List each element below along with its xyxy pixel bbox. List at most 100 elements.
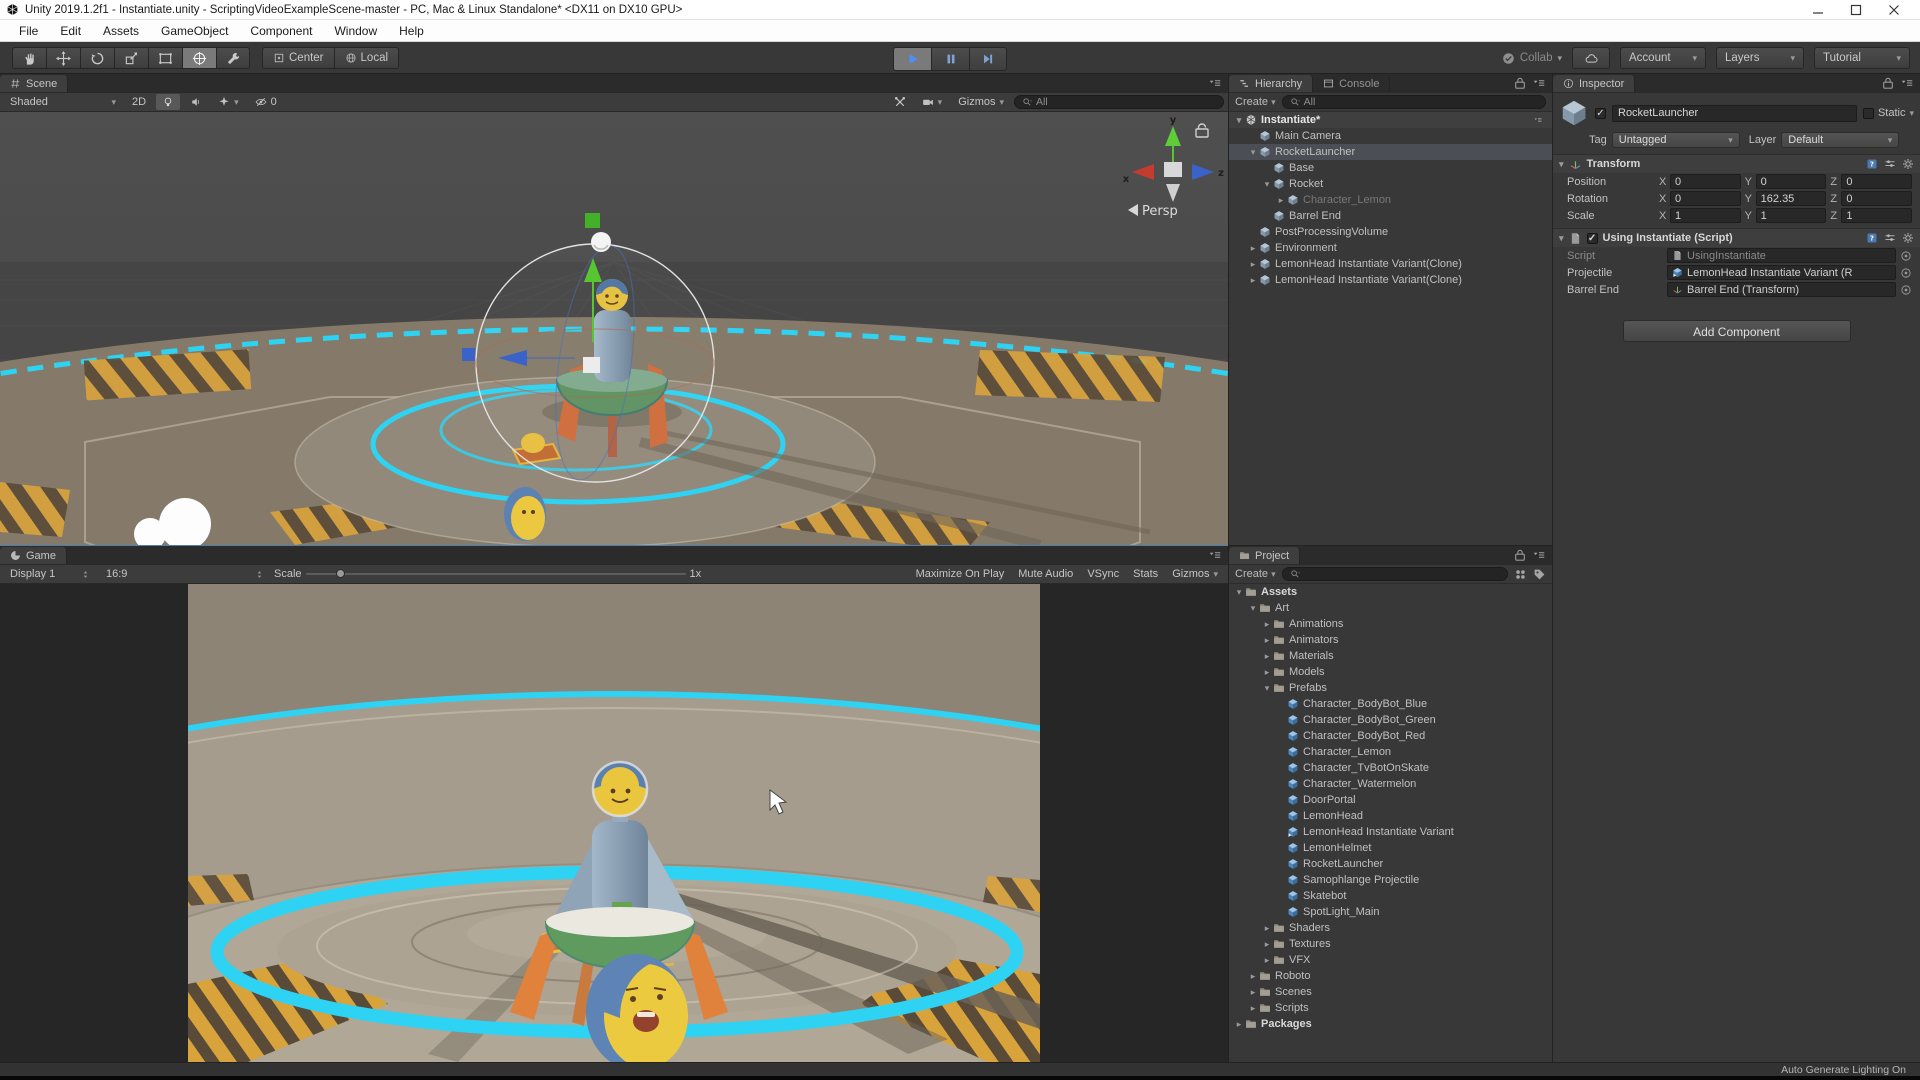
hierarchy-search-input[interactable]: All [1281,95,1546,109]
play-button[interactable] [893,47,931,71]
step-button[interactable] [969,47,1007,71]
project-row[interactable]: ▸ Models [1229,664,1552,680]
project-row[interactable]: ▸ Materials [1229,648,1552,664]
tab-hierarchy[interactable]: Hierarchy [1229,75,1314,92]
scale-slider[interactable] [305,569,686,578]
expander-closed-icon[interactable]: ▸ [1275,195,1287,206]
project-row[interactable]: Character_BodyBot_Red [1229,728,1552,744]
project-row[interactable]: ▸ Animators [1229,632,1552,648]
search-by-label-icon[interactable] [1533,568,1546,581]
layers-dropdown[interactable]: Layers ▾ [1716,47,1804,69]
hierarchy-create-dropdown[interactable]: Create ▾ [1235,96,1276,108]
hand-tool-button[interactable] [12,47,46,69]
expander-closed-icon[interactable]: ▸ [1247,243,1259,254]
expander-closed-icon[interactable]: ▸ [1233,1019,1245,1030]
minimize-icon[interactable] [1812,4,1824,16]
panel-menu-icon[interactable] [1209,77,1221,89]
hierarchy-row[interactable]: ▸ Character_Lemon [1229,192,1552,208]
expander-closed-icon[interactable]: ▸ [1261,955,1273,966]
hierarchy-row[interactable]: Barrel End [1229,208,1552,224]
project-row[interactable]: ▸ Scenes [1229,984,1552,1000]
rotation-mode-button[interactable]: Local [333,47,400,69]
object-picker-icon[interactable] [1900,250,1912,262]
cloud-button[interactable] [1572,47,1610,69]
expander-closed-icon[interactable]: ▸ [1261,651,1273,662]
gear-icon[interactable] [1902,232,1914,244]
project-search-input[interactable] [1281,567,1508,581]
maximize-icon[interactable] [1850,4,1862,16]
scale-y-field[interactable]: 1 [1755,208,1827,223]
scene-visibility-toggle[interactable]: 0 [249,94,283,110]
menu-window[interactable]: Window [323,20,388,41]
pause-button[interactable] [931,47,969,71]
scene-tools-button[interactable] [888,94,912,110]
script-enabled-checkbox[interactable] [1586,232,1598,244]
pivot-mode-button[interactable]: Center [262,47,334,69]
expander-closed-icon[interactable]: ▸ [1261,619,1273,630]
hierarchy-row[interactable]: ▸ LemonHead Instantiate Variant(Clone) [1229,272,1552,288]
project-row[interactable]: Character_TvBotOnSkate [1229,760,1552,776]
hierarchy-row[interactable]: ▸ Environment [1229,240,1552,256]
lock-icon[interactable] [1514,549,1526,561]
hierarchy-row[interactable]: Main Camera [1229,128,1552,144]
scale-z-field[interactable]: 1 [1841,208,1912,223]
barrel-end-object-field[interactable]: Barrel End (Transform) [1667,282,1896,297]
position-x-field[interactable]: 0 [1670,174,1741,189]
expander-open-icon[interactable]: ▾ [1247,603,1259,614]
layer-dropdown[interactable]: Default ▾ [1781,132,1900,148]
scene-camera-dropdown[interactable]: ▾ [916,94,949,110]
expander-closed-icon[interactable]: ▸ [1247,987,1259,998]
expander-closed-icon[interactable]: ▸ [1261,939,1273,950]
transform-component-header[interactable]: ▾ Transform ? [1553,154,1920,173]
game-viewport[interactable] [0,584,1228,1062]
account-dropdown[interactable]: Account ▾ [1620,47,1706,69]
position-z-field[interactable]: 0 [1841,174,1912,189]
expander-closed-icon[interactable]: ▸ [1247,275,1259,286]
expander-closed-icon[interactable]: ▸ [1247,1003,1259,1014]
hierarchy-row[interactable]: ▸ LemonHead Instantiate Variant(Clone) [1229,256,1552,272]
display-dropdown[interactable]: Display 1 [4,566,96,582]
project-row[interactable]: Character_BodyBot_Blue [1229,696,1552,712]
rect-tool-button[interactable] [148,47,182,69]
rotation-y-field[interactable]: 162.35 [1755,191,1827,206]
expander-open-icon[interactable]: ▾ [1261,683,1273,694]
tab-console[interactable]: Console [1313,75,1391,92]
expander-closed-icon[interactable]: ▸ [1261,667,1273,678]
move-tool-button[interactable] [46,47,80,69]
project-row[interactable]: ▸ Packages [1229,1016,1552,1032]
game-vsync-button[interactable]: VSync [1081,566,1125,582]
hierarchy-row[interactable]: Base [1229,160,1552,176]
project-create-dropdown[interactable]: Create ▾ [1235,568,1276,580]
position-y-field[interactable]: 0 [1755,174,1827,189]
object-picker-icon[interactable] [1900,284,1912,296]
rotate-tool-button[interactable] [80,47,114,69]
aspect-dropdown[interactable]: 16:9 [100,566,270,582]
presets-icon[interactable] [1884,232,1896,244]
2d-toggle[interactable]: 2D [126,94,152,110]
hierarchy-row[interactable]: ▾ RocketLauncher [1229,144,1552,160]
expander-open-icon[interactable]: ▾ [1233,587,1245,598]
hierarchy-row[interactable]: ▾ Instantiate* [1229,112,1552,128]
menu-component[interactable]: Component [239,20,323,41]
hierarchy-row[interactable]: PostProcessingVolume [1229,224,1552,240]
project-row[interactable]: RocketLauncher [1229,856,1552,872]
project-row[interactable]: Character_Lemon [1229,744,1552,760]
tab-project[interactable]: Project [1229,547,1301,564]
custom-tool-button[interactable] [216,47,250,69]
help-icon[interactable]: ? [1866,232,1878,244]
project-row[interactable]: Character_Watermelon [1229,776,1552,792]
panel-menu-icon[interactable] [1533,77,1545,89]
project-row[interactable]: DoorPortal [1229,792,1552,808]
project-row[interactable]: SpotLight_Main [1229,904,1552,920]
transform-tool-button[interactable] [182,47,216,69]
help-icon[interactable]: ? [1866,158,1878,170]
presets-icon[interactable] [1884,158,1896,170]
project-row[interactable]: Samophlange Projectile [1229,872,1552,888]
rotation-x-field[interactable]: 0 [1670,191,1741,206]
script-component-header[interactable]: ▾ Using Instantiate (Script) ? [1553,228,1920,247]
expander-closed-icon[interactable]: ▸ [1261,923,1273,934]
rotation-z-field[interactable]: 0 [1841,191,1912,206]
project-row[interactable]: LemonHelmet [1229,840,1552,856]
project-row[interactable]: ▾ Assets [1229,584,1552,600]
scale-tool-button[interactable] [114,47,148,69]
